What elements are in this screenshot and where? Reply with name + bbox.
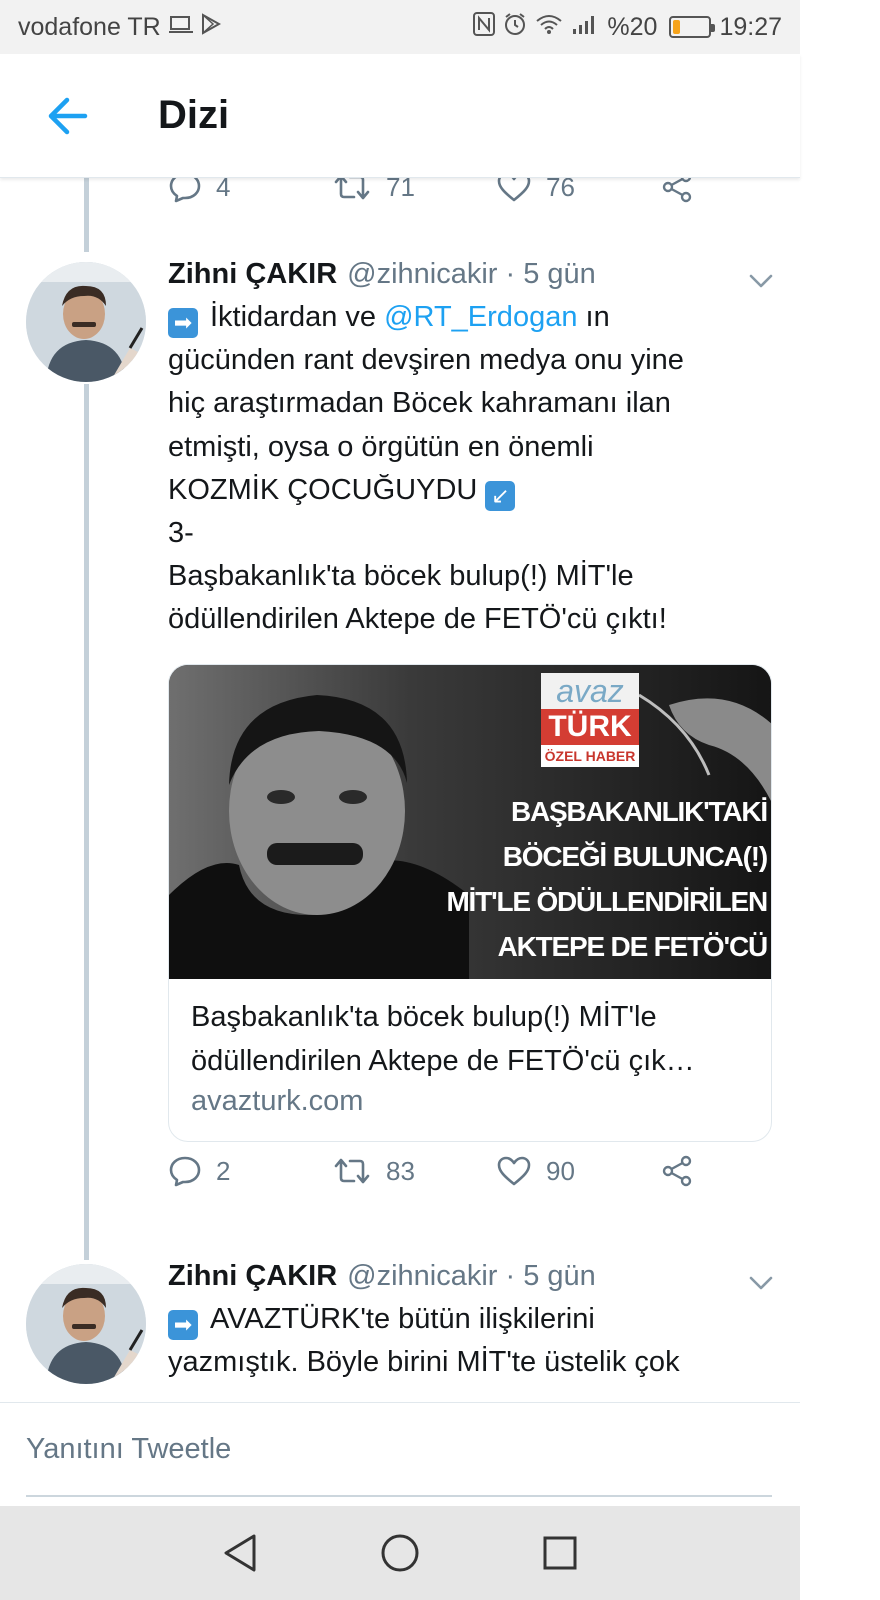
- link-card-image: avaz TÜRK ÖZEL HABER BAŞBAKANLIK'TAKİ BÖ…: [169, 665, 771, 979]
- link-card-title: Başbakanlık'ta böcek bulup(!) MİT'le ödü…: [191, 1001, 695, 1077]
- status-bar-left: vodafone TR: [18, 13, 221, 42]
- home-circle-icon: [381, 1534, 419, 1572]
- avatar[interactable]: [26, 1264, 146, 1384]
- chevron-down-icon: [749, 1276, 773, 1290]
- right-arrow-emoji-icon: ➡: [168, 1310, 198, 1340]
- screen-cast-icon: [168, 13, 193, 42]
- like-count: 76: [546, 178, 575, 202]
- reply-count: 2: [216, 1155, 231, 1186]
- play-store-icon: [201, 12, 221, 42]
- thread-timeline[interactable]: 4 71 76 Zihni ÇAKIR @zihnicakir · 5 gün: [0, 178, 800, 1402]
- status-bar-right: %20 19:27: [473, 11, 782, 43]
- image-headline-line: AKTEPE DE FETÖ'CÜ ÇIKTI..: [497, 931, 769, 979]
- battery-icon: [669, 16, 716, 38]
- reply-button[interactable]: 2: [168, 1155, 332, 1187]
- image-headline-line: BÖCEĞİ BULUNCA(!): [502, 841, 768, 872]
- nav-back-button[interactable]: [215, 1528, 265, 1578]
- clock: 19:27: [719, 12, 782, 41]
- image-headline: BAŞBAKANLIK'TAKİ BÖCEĞİ BULUNCA(!) MİT'L…: [417, 789, 769, 979]
- avatar[interactable]: [26, 262, 146, 382]
- chevron-down-icon: [749, 274, 773, 288]
- tweet-text-segment: AVAZTÜRK'te bütün ilişkilerini yazmıştık…: [168, 1303, 680, 1379]
- recents-square-icon: [543, 1536, 577, 1570]
- heart-icon: [497, 1156, 531, 1186]
- tweet-actions: 2 83 90: [168, 1154, 800, 1188]
- reply-input[interactable]: Yanıtını Tweetle: [26, 1433, 231, 1466]
- thread-line: [84, 384, 89, 1260]
- retweet-count: 71: [386, 178, 415, 202]
- share-icon: [662, 178, 692, 203]
- battery-fill: [673, 20, 681, 34]
- avatar-image: [26, 262, 146, 382]
- alarm-icon: [503, 12, 527, 43]
- arrow-left-icon: [48, 97, 88, 134]
- retweet-icon: [334, 1158, 370, 1184]
- tweet-header: Zihni ÇAKIR @zihnicakir · 5 gün: [168, 1260, 596, 1293]
- image-headline-line: MİT'LE ÖDÜLLENDİRİLEN: [446, 886, 768, 917]
- reply-count: 4: [216, 178, 231, 202]
- tweet-body: ➡ İktidardan ve @RT_Erdogan ın gücünden r…: [168, 296, 768, 642]
- logo-tag: ÖZEL HABER: [541, 745, 639, 767]
- author-name[interactable]: Zihni ÇAKIR: [168, 258, 337, 291]
- like-count: 90: [546, 1155, 575, 1186]
- signal-icon: [571, 13, 599, 42]
- avazturk-logo: avaz TÜRK ÖZEL HABER: [541, 673, 639, 767]
- retweet-count: 83: [386, 1155, 415, 1186]
- retweet-button[interactable]: 71: [332, 178, 496, 203]
- down-left-arrow-emoji-icon: ↙: [485, 480, 516, 511]
- app-header: Dizi: [0, 54, 800, 178]
- reply-input-underline: [26, 1495, 772, 1497]
- logo-top: avaz: [541, 673, 639, 709]
- thread-line: [84, 178, 89, 252]
- tweet-body: ➡ AVAZTÜRK'te bütün ilişkilerini yazmıştı…: [168, 1298, 768, 1384]
- mention-link[interactable]: @RT_Erdogan: [384, 301, 577, 333]
- back-button[interactable]: [32, 81, 102, 151]
- right-arrow-emoji-icon: ➡: [168, 308, 198, 338]
- like-button[interactable]: 76: [496, 178, 660, 203]
- avatar-image: [26, 1264, 146, 1384]
- heart-icon: [497, 178, 531, 202]
- reply-bar: Yanıtını Tweetle: [0, 1402, 800, 1506]
- nav-home-button[interactable]: [375, 1528, 425, 1578]
- author-handle-time[interactable]: @zihnicakir · 5 gün: [347, 258, 596, 291]
- logo-bottom: TÜRK: [541, 709, 639, 745]
- reply-button[interactable]: 4: [168, 178, 332, 203]
- back-triangle-icon: [224, 1534, 256, 1572]
- nav-recents-button[interactable]: [535, 1528, 585, 1578]
- tweet-menu-button[interactable]: [746, 266, 776, 296]
- retweet-button[interactable]: 83: [332, 1156, 496, 1187]
- tweet-text-segment: 3- Başbakanlık'ta böcek bulup(!) MİT'le …: [168, 517, 667, 636]
- reply-icon: [169, 178, 201, 203]
- link-card-domain: avazturk.com: [191, 1085, 364, 1117]
- battery-percent: %20: [607, 12, 658, 41]
- page-title: Dizi: [158, 93, 230, 137]
- status-bar: vodafone TR %20 19:27: [0, 0, 800, 54]
- carrier-label: vodafone TR: [18, 12, 161, 41]
- share-button[interactable]: [660, 1154, 800, 1188]
- share-button[interactable]: [660, 178, 800, 204]
- image-headline-line: BAŞBAKANLIK'TAKİ: [510, 796, 768, 827]
- link-card[interactable]: avaz TÜRK ÖZEL HABER BAŞBAKANLIK'TAKİ BÖ…: [168, 664, 772, 1142]
- nfc-icon: [473, 11, 496, 43]
- author-name[interactable]: Zihni ÇAKIR: [168, 1260, 337, 1293]
- tweet-header: Zihni ÇAKIR @zihnicakir · 5 gün: [168, 258, 596, 291]
- retweet-icon: [334, 178, 370, 200]
- share-icon: [662, 1155, 692, 1187]
- wifi-icon: [535, 13, 563, 42]
- previous-tweet-actions: 4 71 76: [168, 178, 800, 204]
- tweet-menu-button[interactable]: [746, 1268, 776, 1298]
- author-handle-time[interactable]: @zihnicakir · 5 gün: [347, 1260, 596, 1293]
- like-button[interactable]: 90: [496, 1155, 660, 1187]
- reply-icon: [169, 1156, 201, 1187]
- tweet-text-segment: İktidardan ve: [210, 301, 385, 333]
- system-nav-bar: [0, 1506, 800, 1600]
